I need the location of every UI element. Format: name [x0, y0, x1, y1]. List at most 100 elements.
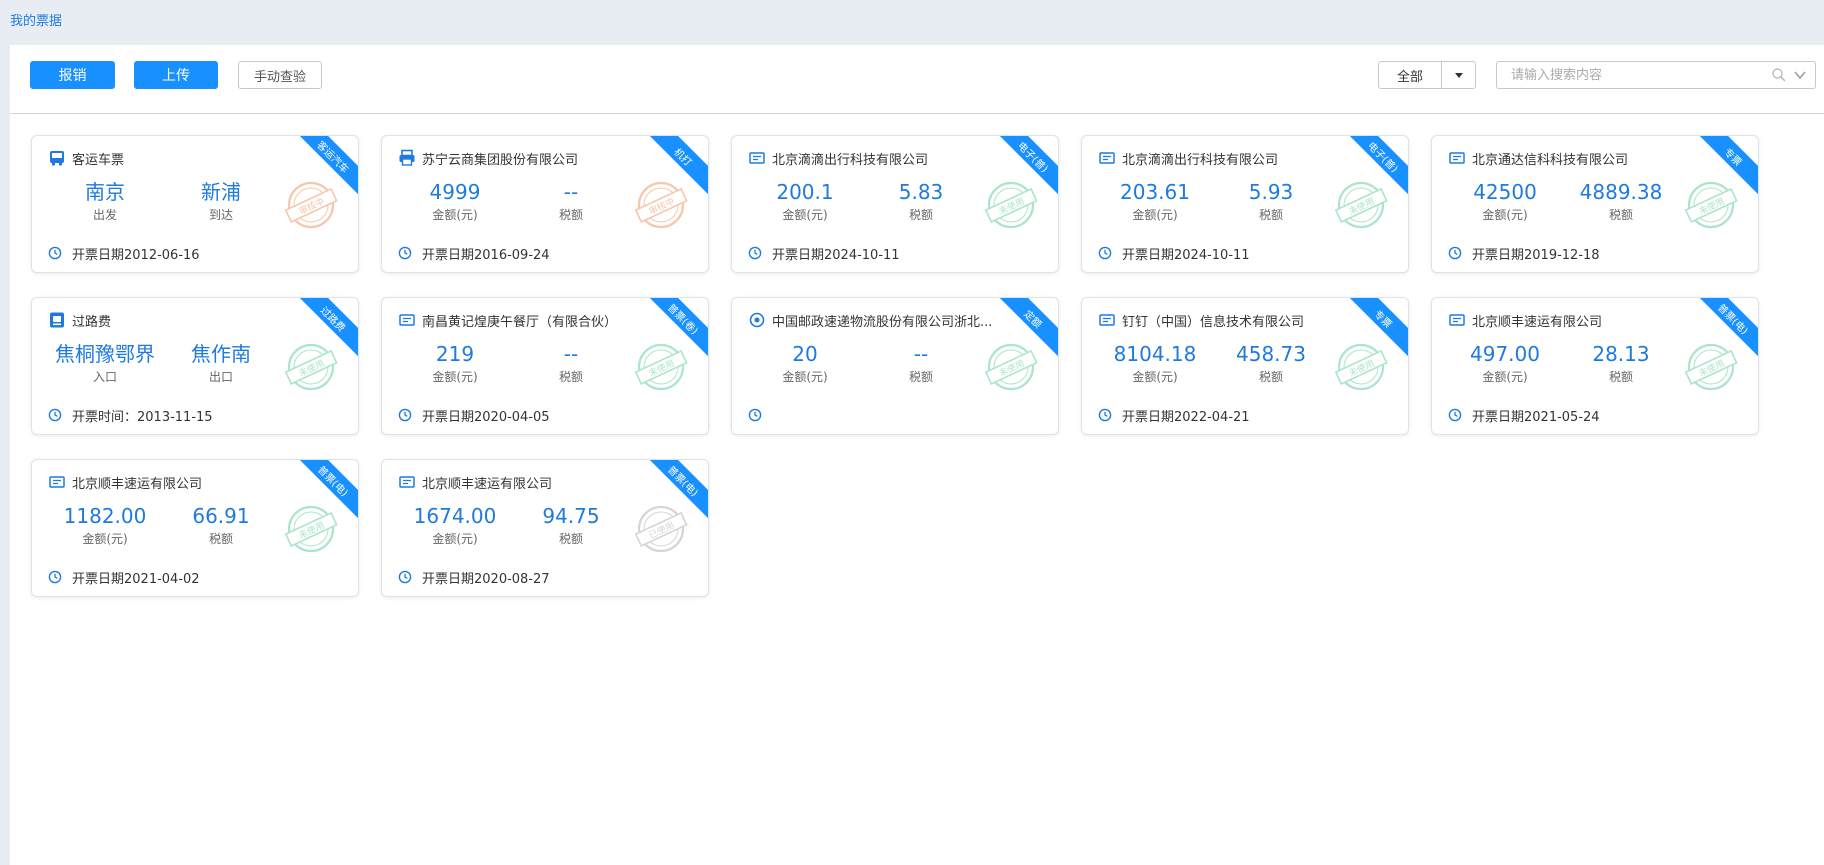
- toll-icon: [48, 311, 66, 329]
- secondary-value: 4889.38: [1579, 180, 1663, 204]
- secondary-field: 4889.38 税额: [1566, 180, 1676, 224]
- breadcrumb[interactable]: 我的票据: [10, 10, 62, 29]
- primary-label: 金额(元): [432, 370, 478, 384]
- invoice-date: 开票日期2020-04-05: [422, 409, 550, 425]
- clock-icon: [48, 408, 62, 422]
- invoice-card[interactable]: 北京顺丰速运有限公司 普票(电) 497.00 金额(元) 28.13 税额 未使用 开票日期…: [1431, 297, 1759, 435]
- invoice-card[interactable]: 北京顺丰速运有限公司 普票(电) 1182.00 金额(元) 66.91 税额 未使用 开票日…: [31, 459, 359, 597]
- chevron-down-icon[interactable]: [1793, 68, 1807, 82]
- bus-icon: [48, 149, 66, 167]
- card-header: 南昌黄记煌庚午餐厅（有限合伙）: [398, 310, 658, 330]
- invoice-icon: [1098, 149, 1116, 167]
- clock-icon: [1448, 408, 1462, 422]
- card-title: 北京顺丰速运有限公司: [72, 476, 203, 492]
- card-title: 北京滴滴出行科技有限公司: [772, 152, 929, 168]
- invoice-icon: [48, 473, 66, 491]
- invoice-date: 开票日期2022-04-21: [1122, 409, 1250, 425]
- manual-check-button[interactable]: 手动查验: [238, 61, 322, 89]
- primary-field: 焦桐豫鄂界 入口: [50, 342, 160, 386]
- primary-value: 1182.00: [63, 504, 147, 528]
- clock-icon: [748, 408, 762, 422]
- card-header: 钉钉（中国）信息技术有限公司: [1098, 310, 1358, 330]
- status-stamp: 未使用: [984, 343, 1038, 391]
- invoice-card[interactable]: 钉钉（中国）信息技术有限公司 专票 8104.18 金额(元) 458.73 税额 未使用开…: [1081, 297, 1409, 435]
- primary-field: 497.00 金额(元): [1450, 342, 1560, 386]
- filter-select[interactable]: 全部: [1378, 61, 1476, 89]
- filter-value[interactable]: 全部: [1378, 61, 1442, 89]
- card-header: 北京滴滴出行科技有限公司: [1098, 148, 1358, 168]
- primary-label: 金额(元): [1482, 370, 1528, 384]
- invoice-date: 开票日期2019-12-18: [1472, 247, 1600, 263]
- search-box[interactable]: [1496, 61, 1816, 89]
- status-stamp: 未使用: [1684, 343, 1738, 391]
- invoice-date: 开票时间：2013-11-15: [72, 409, 213, 425]
- card-title: 北京通达信科科技有限公司: [1472, 152, 1629, 168]
- primary-value: 焦桐豫鄂界: [55, 342, 155, 366]
- card-title: 北京顺丰速运有限公司: [1472, 314, 1603, 330]
- invoice-date: 开票日期2021-05-24: [1472, 409, 1600, 425]
- secondary-label: 税额: [558, 208, 583, 222]
- secondary-field: 28.13 税额: [1566, 342, 1676, 386]
- primary-value: 4999: [429, 180, 481, 204]
- secondary-label: 出口: [208, 370, 233, 384]
- invoice-card[interactable]: 过路费 过路费 焦桐豫鄂界 入口 焦作南 出口 未使用 开票时间：2013-11-15: [31, 297, 359, 435]
- primary-label: 出发: [92, 208, 117, 222]
- primary-label: 金额(元): [432, 208, 478, 222]
- secondary-value: 新浦: [201, 180, 241, 204]
- primary-label: 金额(元): [1132, 370, 1178, 384]
- primary-field: 200.1 金额(元): [750, 180, 860, 224]
- invoice-card[interactable]: 南昌黄记煌庚午餐厅（有限合伙） 普票(卷) 219 金额(元) -- 税额 未使用 开票日期2…: [381, 297, 709, 435]
- secondary-value: 5.93: [1248, 180, 1294, 204]
- invoice-card[interactable]: 北京通达信科科技有限公司 专票 42500 金额(元) 4889.38 税额 未使用 开票日期…: [1431, 135, 1759, 273]
- invoice-date: 开票日期2024-10-11: [1122, 247, 1250, 263]
- clock-icon: [398, 570, 412, 584]
- primary-label: 金额(元): [782, 208, 828, 222]
- card-header: 北京顺丰速运有限公司: [398, 472, 658, 492]
- card-footer: 开票日期2020-08-27: [398, 568, 550, 587]
- card-footer: 开票日期2012-06-16: [48, 244, 200, 263]
- card-title: 南昌黄记煌庚午餐厅（有限合伙）: [422, 314, 618, 330]
- status-stamp: 未使用: [284, 343, 338, 391]
- status-stamp: 未使用: [1334, 343, 1388, 391]
- search-input[interactable]: [1497, 62, 1771, 88]
- clock-icon: [1098, 246, 1112, 260]
- card-header: 苏宁云商集团股份有限公司: [398, 148, 658, 168]
- upload-button[interactable]: 上传: [134, 61, 218, 89]
- status-stamp: 未使用: [634, 343, 688, 391]
- clock-icon: [398, 246, 412, 260]
- card-footer: 开票日期2022-04-21: [1098, 406, 1250, 425]
- card-footer: [748, 406, 772, 424]
- secondary-field: 66.91 税额: [166, 504, 276, 548]
- secondary-value: --: [913, 342, 929, 366]
- filter-dropdown-button[interactable]: [1442, 61, 1476, 89]
- invoice-card[interactable]: 北京滴滴出行科技有限公司 电子(普) 200.1 金额(元) 5.83 税额 未使用 开票日期…: [731, 135, 1059, 273]
- secondary-field: 焦作南 出口: [166, 342, 276, 386]
- primary-label: 金额(元): [432, 532, 478, 546]
- search-icon[interactable]: [1771, 67, 1787, 83]
- main-panel: 报销 上传 手动查验 全部 客运车票客运汽车南京出发新浦到达审核中开票日期201…: [10, 45, 1824, 865]
- card-header: 北京顺丰速运有限公司: [48, 472, 308, 492]
- invoice-card[interactable]: 北京滴滴出行科技有限公司 电子(普) 203.61 金额(元) 5.93 税额 未使用 开票日…: [1081, 135, 1409, 273]
- reimburse-button[interactable]: 报销: [30, 61, 115, 89]
- secondary-field: 5.93 税额: [1216, 180, 1326, 224]
- invoice-card[interactable]: 客运车票 客运汽车 南京 出发 新浦 到达 审核中 开票日期2012-06-16: [31, 135, 359, 273]
- primary-label: 金额(元): [1482, 208, 1528, 222]
- invoice-icon: [1448, 149, 1466, 167]
- invoice-card[interactable]: 苏宁云商集团股份有限公司 机打 4999 金额(元) -- 税额 审核中 开票日期2016-0…: [381, 135, 709, 273]
- card-title: 北京滴滴出行科技有限公司: [1122, 152, 1279, 168]
- invoice-card[interactable]: 北京顺丰速运有限公司 普票(电) 1674.00 金额(元) 94.75 税额 已使用 开票日…: [381, 459, 709, 597]
- primary-label: 金额(元): [1132, 208, 1178, 222]
- caret-down-icon: [1454, 72, 1463, 78]
- card-footer: 开票日期2024-10-11: [748, 244, 900, 263]
- clock-icon: [48, 246, 62, 260]
- primary-field: 203.61 金额(元): [1100, 180, 1210, 224]
- primary-value: 南京: [85, 180, 125, 204]
- card-footer: 开票日期2020-04-05: [398, 406, 550, 425]
- secondary-value: 5.83: [898, 180, 944, 204]
- primary-label: 入口: [92, 370, 117, 384]
- secondary-field: 新浦 到达: [166, 180, 276, 224]
- card-title: 客运车票: [72, 152, 125, 168]
- card-footer: 开票日期2021-05-24: [1448, 406, 1600, 425]
- clock-icon: [748, 246, 762, 260]
- invoice-card[interactable]: 中国邮政速递物流股份有限公司浙北... 定额 20 金额(元) -- 税额 未使用: [731, 297, 1059, 435]
